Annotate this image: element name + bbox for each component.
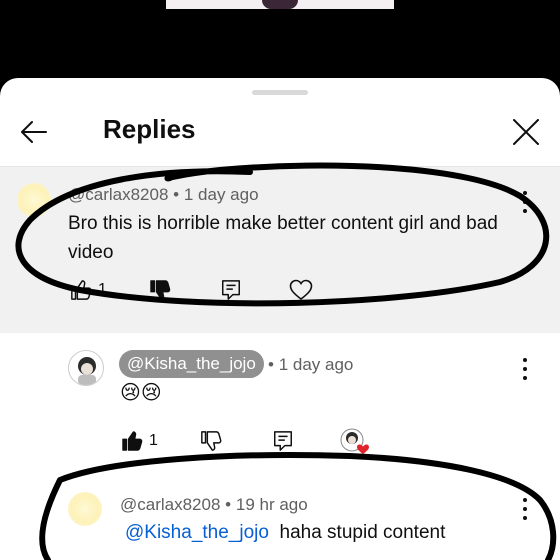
parent-comment: @carlax8208 • 1 day ago Bro this is horr…	[0, 166, 560, 333]
meta-separator: •	[225, 495, 232, 514]
comment-author[interactable]: @carlax8208	[68, 185, 168, 204]
comment-age: 1 day ago	[183, 185, 259, 204]
back-button[interactable]	[14, 112, 54, 152]
more-options-button[interactable]	[519, 191, 531, 213]
video-area[interactable]	[0, 0, 560, 80]
meta-separator: •	[268, 355, 274, 374]
like-count: 1	[98, 281, 107, 298]
heart-icon	[289, 279, 313, 301]
reply-button[interactable]	[220, 279, 242, 301]
creator-heart-badge	[340, 428, 370, 456]
close-button[interactable]	[506, 112, 546, 152]
reply-icon	[274, 431, 292, 451]
comment-text: @Kisha_the_jojo haha stupid content	[125, 518, 445, 547]
heart-button[interactable]	[289, 279, 313, 301]
reply-icon	[222, 280, 240, 300]
reply-author[interactable]: @Kisha_the_jojo	[119, 350, 264, 378]
thumb-up-icon	[71, 280, 92, 300]
mention-link[interactable]: @Kisha_the_jojo	[125, 522, 269, 543]
comment-text: Bro this is horrible make better content…	[68, 213, 498, 263]
close-icon	[513, 119, 539, 145]
more-vert-icon	[523, 191, 527, 213]
thumb-up-icon	[122, 431, 143, 451]
comment-body: haha stupid content	[279, 522, 446, 543]
dislike-button[interactable]	[149, 279, 171, 301]
avatar[interactable]	[68, 350, 104, 386]
thumb-down-icon	[150, 280, 171, 300]
page-title: Replies	[103, 114, 196, 144]
avatar[interactable]	[68, 492, 102, 526]
more-options-button[interactable]	[519, 358, 531, 380]
thumb-down-icon	[201, 431, 222, 451]
dislike-button[interactable]	[200, 430, 222, 452]
like-button[interactable]: 1	[70, 279, 107, 301]
comment-age: 1 day ago	[278, 355, 354, 374]
more-vert-icon	[523, 498, 527, 520]
reply-button[interactable]	[272, 430, 294, 452]
drag-handle[interactable]	[252, 90, 308, 95]
comment-age: 19 hr ago	[235, 495, 308, 514]
like-button[interactable]: 1	[121, 430, 158, 452]
avatar-image	[78, 357, 96, 385]
creator-heart-icon	[340, 428, 369, 454]
reply-emojis: 😢😢	[120, 382, 162, 404]
comment-meta: • 1 day ago	[268, 355, 353, 375]
replies-sheet: Replies @carlax8208 • 1 day ago Bro this…	[0, 78, 560, 560]
replies-header: Replies	[0, 98, 560, 164]
video-thumbnail-strip	[166, 0, 394, 9]
comment-meta: @carlax8208 • 19 hr ago	[120, 495, 308, 515]
avatar[interactable]	[17, 183, 51, 217]
like-count: 1	[149, 432, 158, 449]
comment-meta: @carlax8208 • 1 day ago	[68, 185, 259, 205]
meta-separator: •	[173, 185, 180, 204]
more-vert-icon	[523, 358, 527, 380]
comment-author[interactable]: @carlax8208	[120, 495, 220, 514]
more-options-button[interactable]	[519, 498, 531, 520]
back-arrow-icon	[21, 121, 47, 143]
